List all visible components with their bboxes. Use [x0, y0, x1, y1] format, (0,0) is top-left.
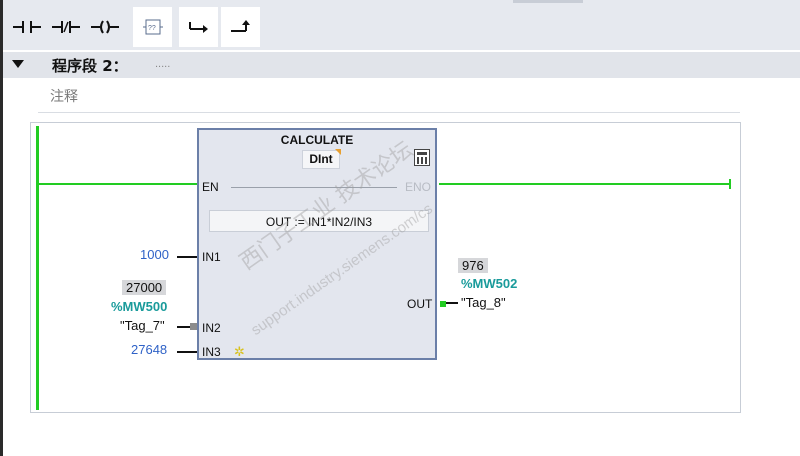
- out-tag[interactable]: "Tag_8": [461, 295, 506, 310]
- network-title-placeholder[interactable]: .....: [155, 58, 170, 70]
- svg-text:??: ??: [148, 25, 156, 32]
- empty-box-button[interactable]: ??: [133, 7, 172, 47]
- nc-contact-icon: [51, 21, 80, 33]
- nc-contact-button[interactable]: [46, 7, 85, 47]
- out-address[interactable]: %MW502: [461, 276, 517, 291]
- toolbar-top-strip: [513, 0, 583, 3]
- in1-wire: [177, 256, 197, 258]
- out-monitor-value: 976: [458, 258, 488, 273]
- comment-label[interactable]: 注释: [50, 86, 78, 106]
- collapse-arrow-icon[interactable]: [12, 60, 24, 68]
- network-header[interactable]: 程序段 2： .....: [3, 52, 800, 78]
- rung-wire-right: [439, 183, 730, 185]
- coil-icon: [90, 20, 119, 34]
- in2-wire: [177, 326, 191, 328]
- comment-divider: [38, 112, 740, 113]
- in2-monitor-value: 27000: [122, 280, 167, 295]
- pin-eno: ENO: [405, 180, 432, 194]
- empty-box-icon: ??: [142, 19, 163, 35]
- no-contact-button[interactable]: [7, 7, 46, 47]
- coil-button[interactable]: [85, 7, 124, 47]
- no-contact-icon: [12, 21, 41, 33]
- close-branch-icon: [230, 20, 250, 32]
- open-branch-button[interactable]: [179, 7, 218, 47]
- pin-in2: IN2: [202, 321, 221, 335]
- dropdown-marker-icon: [335, 149, 341, 155]
- pin-en: EN: [202, 180, 219, 194]
- in3-wire: [177, 351, 197, 353]
- in2-address[interactable]: %MW500: [111, 299, 167, 314]
- pin-out: OUT: [407, 297, 433, 311]
- data-type-selector[interactable]: DInt: [302, 149, 341, 169]
- open-branch-icon: [188, 22, 208, 33]
- in3-constant[interactable]: 27648: [131, 342, 167, 357]
- pin-in1: IN1: [202, 250, 221, 264]
- rung-wire-left: [39, 183, 197, 185]
- data-type-label: DInt: [309, 152, 333, 166]
- in1-constant[interactable]: 1000: [140, 247, 169, 262]
- in2-connector: [190, 323, 197, 330]
- rung-end: [729, 179, 731, 189]
- ladder-toolbar: ??: [3, 0, 800, 50]
- warning-icon: ✲: [234, 344, 245, 359]
- pin-in3: IN3: [202, 345, 221, 359]
- in2-tag[interactable]: "Tag_7": [120, 318, 165, 333]
- out-wire: [446, 302, 458, 304]
- close-branch-button[interactable]: [221, 7, 260, 47]
- power-rail: [36, 126, 39, 410]
- network-title[interactable]: 程序段 2：: [52, 55, 128, 76]
- network-comment[interactable]: 注释: [38, 80, 740, 113]
